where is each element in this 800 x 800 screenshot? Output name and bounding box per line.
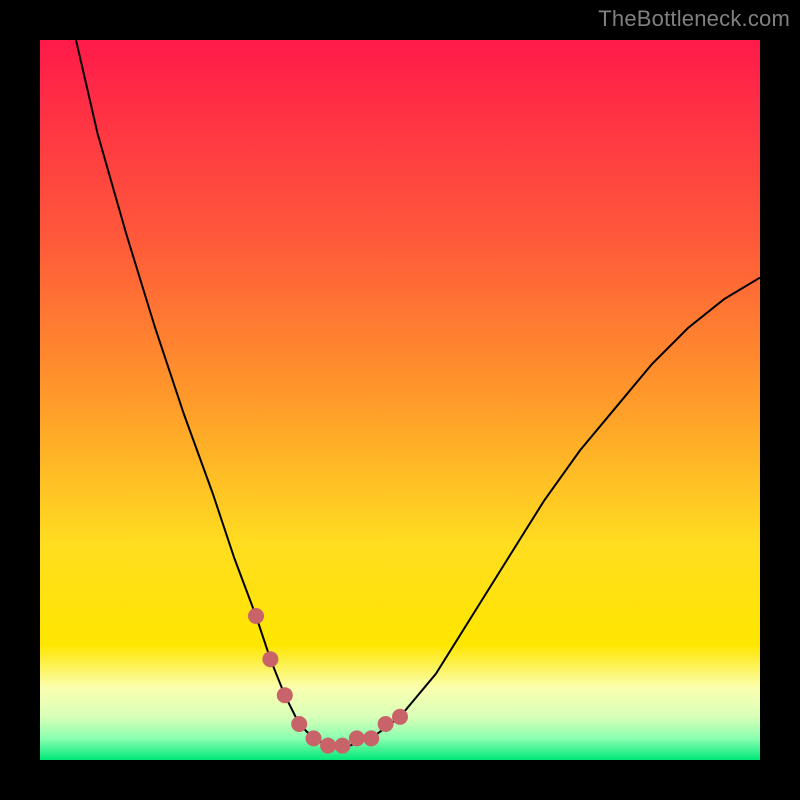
marker-dot [334,738,350,754]
marker-dot [306,730,322,746]
plot-area [40,40,760,760]
highlight-markers [248,608,408,754]
marker-dot [277,687,293,703]
marker-dot [291,716,307,732]
marker-dot [378,716,394,732]
marker-dot [349,730,365,746]
marker-dot [392,709,408,725]
bottleneck-curve [76,40,760,746]
marker-dot [320,738,336,754]
marker-dot [248,608,264,624]
marker-dot [363,730,379,746]
chart-svg [40,40,760,760]
marker-dot [262,651,278,667]
watermark-text: TheBottleneck.com [598,6,790,32]
